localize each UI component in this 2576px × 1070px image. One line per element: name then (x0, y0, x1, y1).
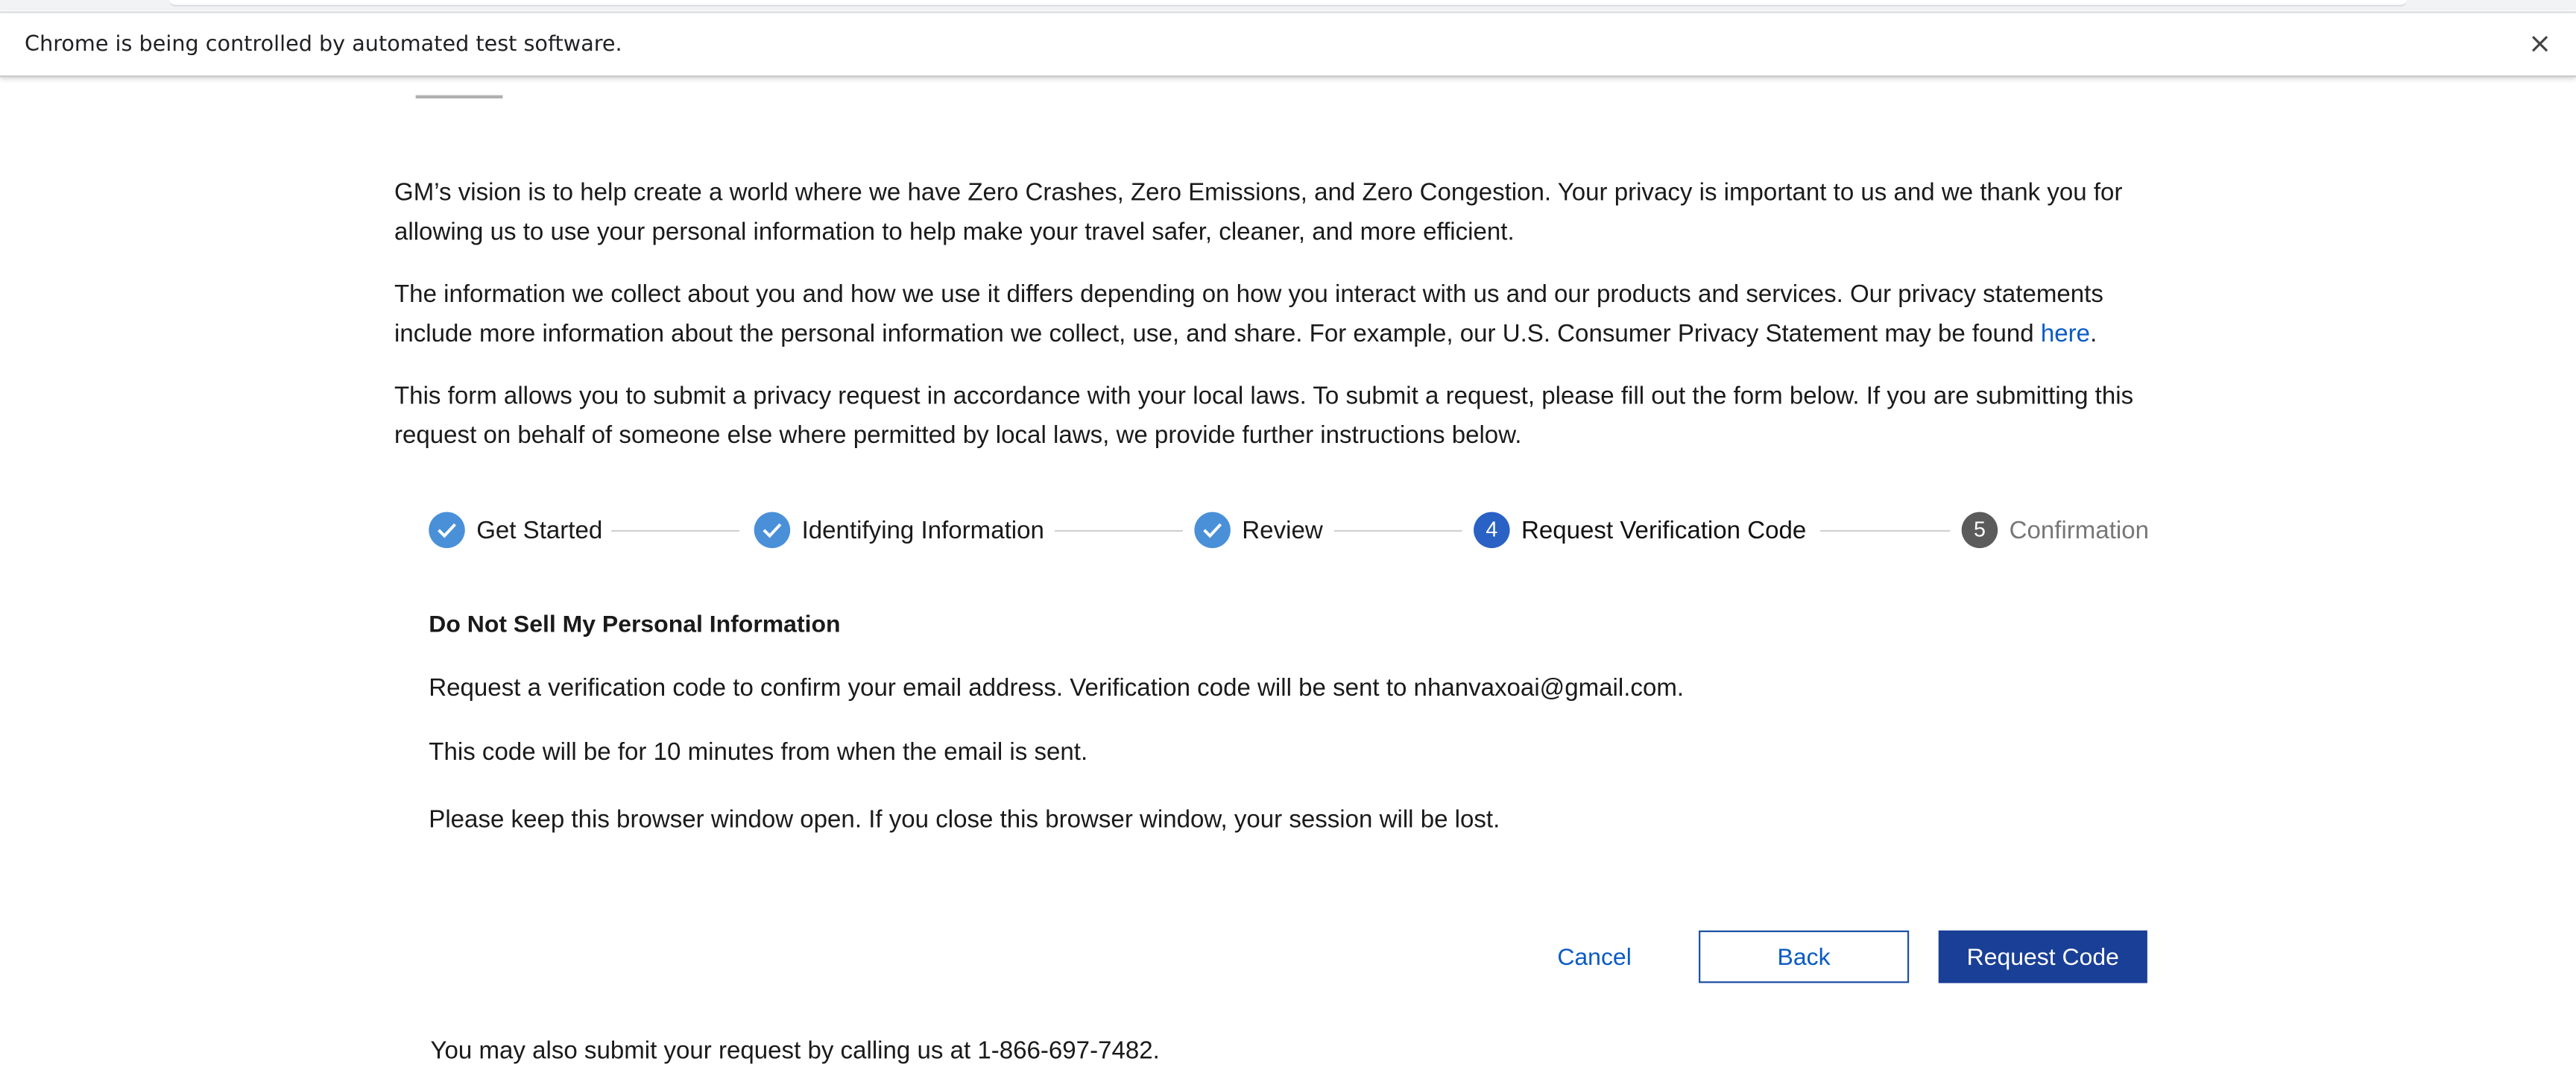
step-number-badge-upcoming: 5 (1961, 512, 1998, 549)
request-code-button[interactable]: Request Code (1938, 930, 2147, 984)
step-label-get-started: Get Started (476, 517, 603, 545)
intro-paragraph-form: This form allows you to submit a privacy… (394, 382, 2134, 449)
privacy-statement-link[interactable]: here (2041, 319, 2090, 347)
intro-paragraph-vision: GM’s vision is to help create a world wh… (394, 178, 2123, 246)
cancel-button[interactable]: Cancel (1536, 931, 1652, 983)
section-heading: Do Not Sell My Personal Information (429, 611, 841, 639)
verification-instructions: Request a verification code to confirm y… (429, 674, 1685, 702)
intro-paragraph-information-end: . (2090, 319, 2097, 347)
code-validity-note: This code will be for 10 minutes from wh… (429, 738, 1088, 767)
browser-toolbar-edge (0, 0, 2576, 10)
step-label-identifying-information: Identifying Information (801, 517, 1044, 545)
step-complete-check-icon (1194, 512, 1231, 549)
stepper-connector (610, 529, 739, 532)
automation-banner-text: Chrome is being controlled by automated … (25, 33, 622, 58)
automation-infobar: Chrome is being controlled by automated … (0, 11, 2576, 78)
stepper-connector (1055, 529, 1183, 532)
page-frame: Chrome is being controlled by automated … (0, 0, 2576, 1070)
progress-stepper: Get Started Identifying Information Revi… (0, 512, 2576, 552)
phone-contact-note: You may also submit your request by call… (430, 1036, 1160, 1066)
intro-paragraph-information: The information we collect about you and… (394, 276, 2185, 353)
stepper-connector (1820, 529, 1951, 532)
close-icon[interactable]: × (2523, 28, 2556, 60)
address-bar-edge (169, 0, 2408, 7)
step-complete-check-icon (754, 512, 791, 549)
step-number-badge-current: 4 (1474, 512, 1510, 549)
tab-indicator (415, 95, 503, 99)
session-warning: Please keep this browser window open. If… (429, 805, 1500, 834)
step-label-review: Review (1242, 517, 1323, 545)
back-button[interactable]: Back (1699, 930, 1910, 984)
step-label-request-verification-code: Request Verification Code (1521, 517, 1807, 545)
stepper-connector (1333, 529, 1462, 532)
step-complete-check-icon (429, 512, 465, 549)
intro-paragraph-information-text: The information we collect about you and… (394, 280, 2103, 347)
step-label-confirmation: Confirmation (2009, 517, 2150, 545)
